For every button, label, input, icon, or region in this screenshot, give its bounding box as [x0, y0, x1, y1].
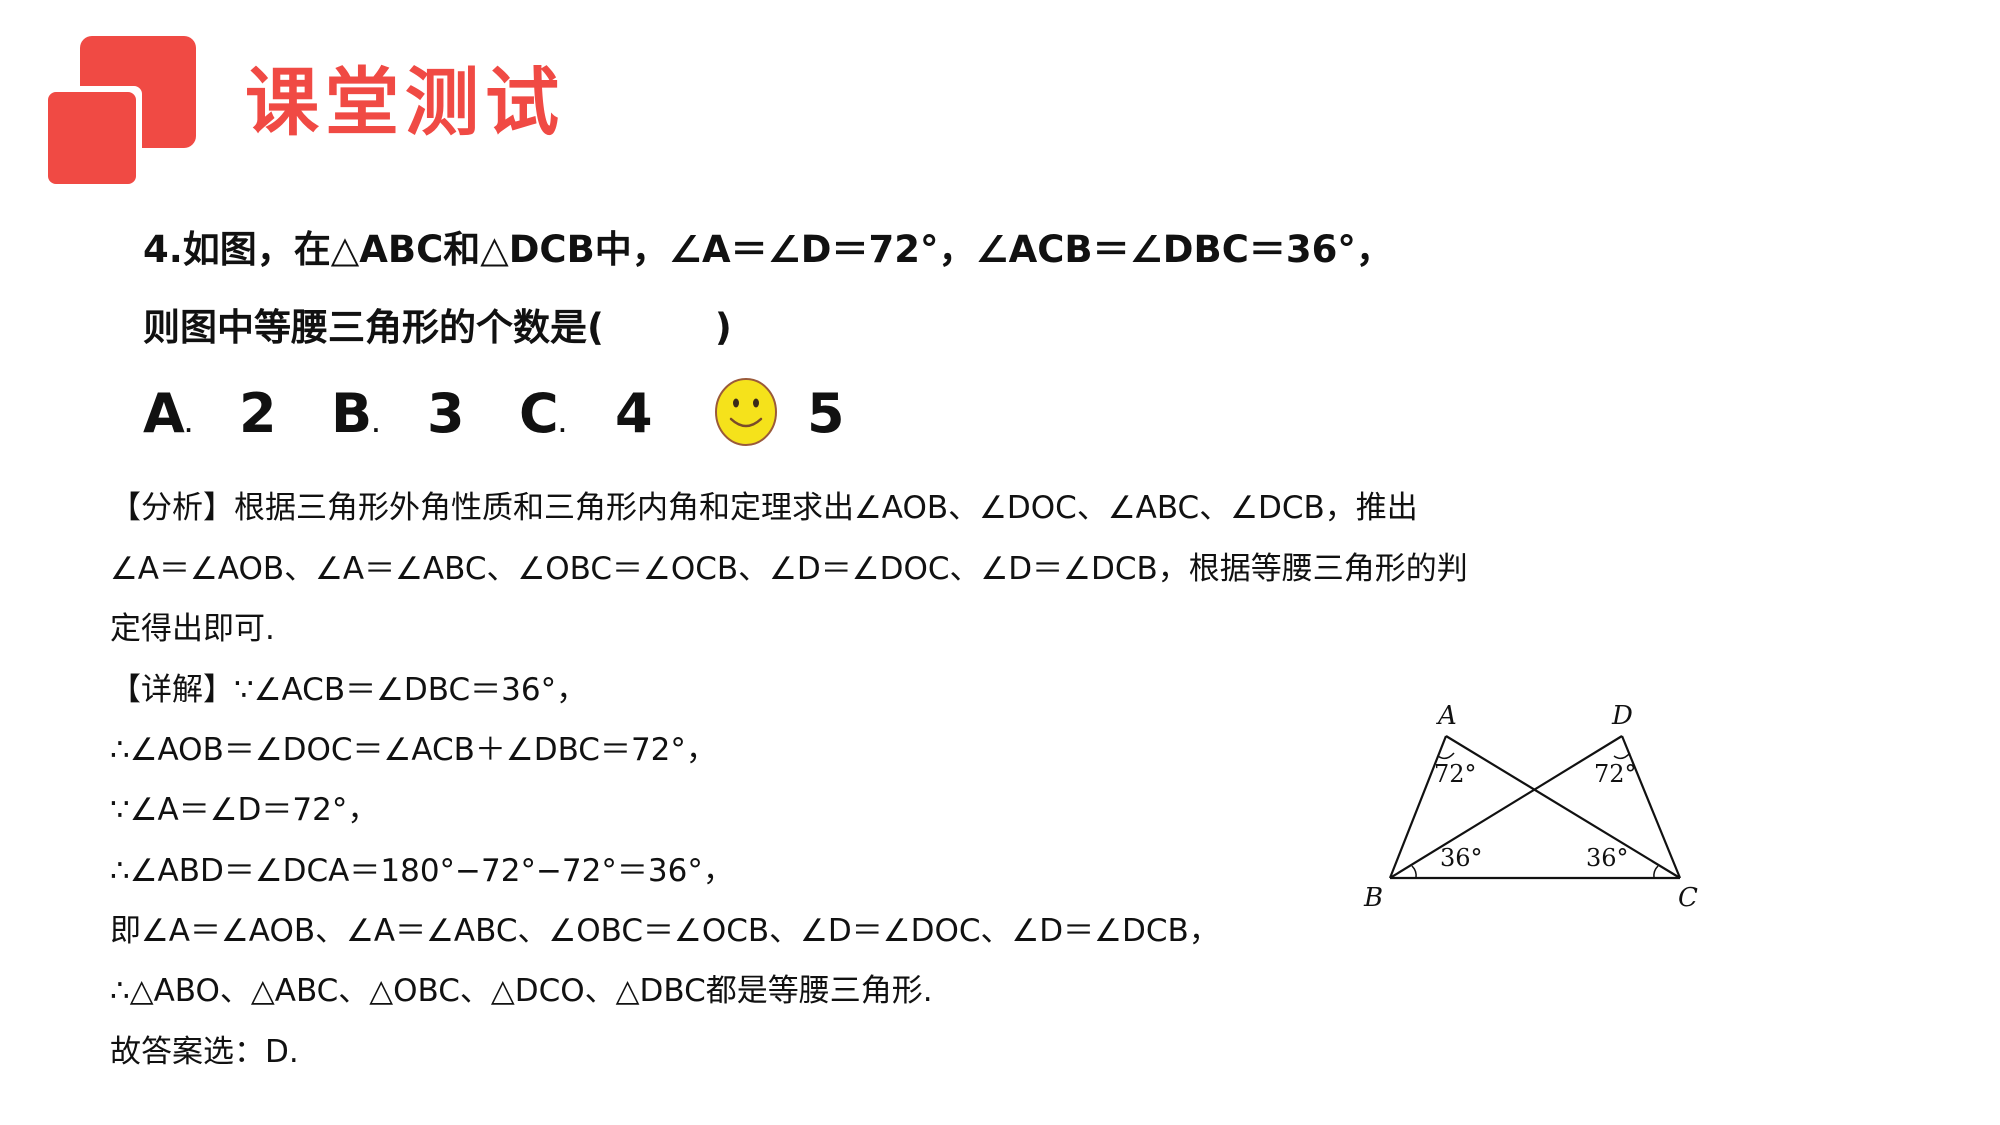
- option-c[interactable]: C. 4: [519, 382, 653, 457]
- label-d: D: [1611, 701, 1633, 731]
- analysis-line: ∠A＝∠AOB、∠A＝∠ABC、∠OBC＝∠OCB、∠D＝∠DOC、∠D＝∠DC…: [110, 551, 1468, 587]
- solution-line: ∴∠ABD＝∠DCA＝180°−72°−72°＝36°，: [110, 853, 734, 889]
- option-letter: A: [143, 382, 185, 445]
- question-line-2: 则图中等腰三角形的个数是( ): [143, 306, 732, 349]
- triangle-diagram: A D B C 72° 72° 36° 36°: [1363, 701, 1698, 913]
- analysis-line: 定得出即可.: [110, 611, 275, 647]
- solution-line: 【详解】∵∠ACB＝∠DBC＝36°，: [110, 672, 588, 708]
- solution-line: 即∠A＝∠AOB、∠A＝∠ABC、∠OBC＝∠OCB、∠D＝∠DOC、∠D＝∠D…: [110, 913, 1220, 949]
- solution-line: 故答案选：D.: [110, 1034, 299, 1070]
- smiley-icon: [715, 378, 777, 446]
- option-value: 2: [239, 382, 277, 445]
- angle-a-label: 72°: [1434, 760, 1477, 788]
- label-b: B: [1363, 883, 1383, 913]
- solution-line: ∴△ABO、△ABC、△OBC、△DCO、△DBC都是等腰三角形.: [110, 973, 933, 1009]
- option-letter: B: [331, 382, 373, 445]
- angle-d-label: 72°: [1594, 760, 1637, 788]
- option-a[interactable]: A. 2: [143, 382, 277, 457]
- option-letter: C: [519, 382, 559, 445]
- solution-line: ∴∠AOB＝∠DOC＝∠ACB＋∠DBC＝72°，: [110, 732, 717, 768]
- angle-b-label: 36°: [1440, 844, 1483, 872]
- option-d[interactable]: 5: [807, 382, 845, 446]
- label-c: C: [1678, 883, 1698, 913]
- label-a: A: [1436, 701, 1457, 731]
- analysis-line: 【分析】根据三角形外角性质和三角形内角和定理求出∠AOB、∠DOC、∠ABC、∠…: [110, 490, 1418, 526]
- angle-c-label: 36°: [1586, 844, 1629, 872]
- question-line-1: 4.如图，在△ABC和△DCB中，∠A＝∠D＝72°，∠ACB＝∠DBC＝36°…: [143, 228, 1393, 271]
- page-title: 课堂测试: [245, 60, 565, 146]
- logo-front-square: [48, 92, 136, 184]
- solution-line: ∵∠A＝∠D＝72°，: [110, 792, 379, 828]
- option-value: 3: [427, 382, 465, 445]
- option-value: 5: [807, 382, 845, 445]
- logo: [48, 36, 198, 184]
- option-value: 4: [615, 382, 653, 445]
- option-b[interactable]: B. 3: [331, 382, 465, 457]
